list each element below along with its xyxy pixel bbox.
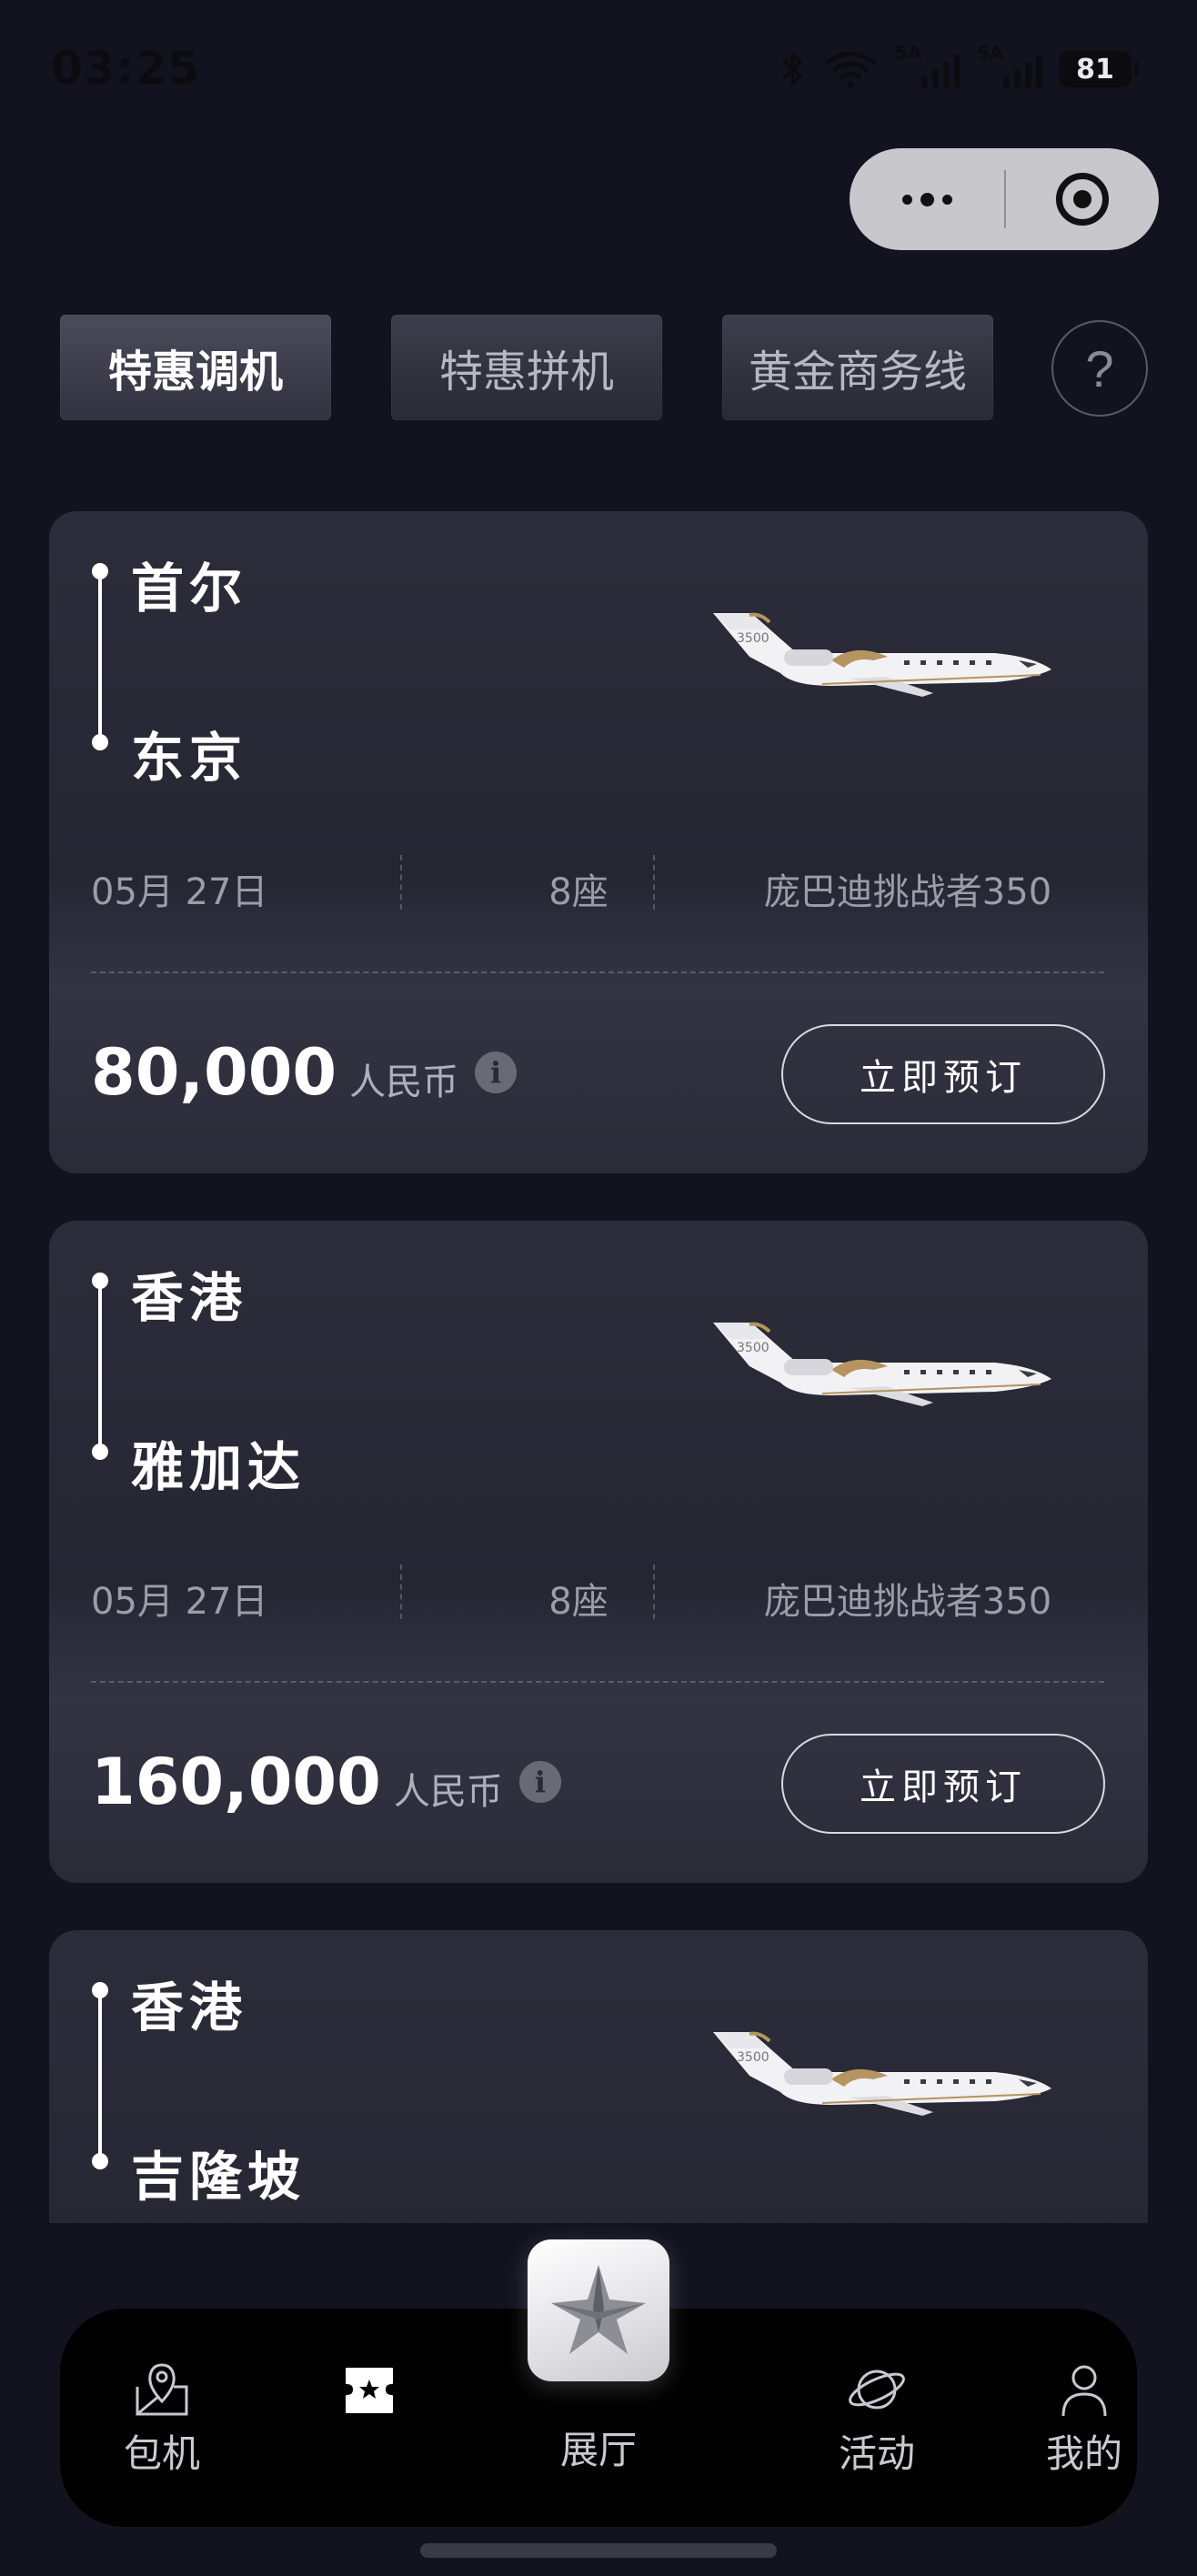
info-icon[interactable]: i <box>475 1052 518 1093</box>
card-divider <box>91 1681 1104 1683</box>
bluetooth-icon <box>782 53 802 86</box>
flight-list: 首尔 东京 3500 05月 27日 8座 庞巴迪挑战者350 80,000 人… <box>0 509 1197 2223</box>
planet-icon <box>849 2370 905 2410</box>
category-tabs: 特惠调机 特惠拼机 黄金商务线 <box>60 315 993 420</box>
seat-count: 8座 <box>548 871 609 913</box>
tabbar-item-profile[interactable]: 我的 <box>993 2360 1175 2479</box>
app-screen: 03:25 5A 5A 81 特惠调机 特惠拼机 黄金商务线 ? 首尔 东京 3… <box>0 0 1197 2576</box>
flight-meta: 05月 27日 8座 庞巴迪挑战者350 <box>91 1565 1110 1623</box>
tail-number: 3500 <box>737 1341 770 1355</box>
tabbar-item-activities[interactable]: 活动 <box>786 2360 968 2479</box>
book-now-button[interactable]: 立即预订 <box>781 1024 1105 1124</box>
price-amount: 160,000 <box>91 1745 381 1819</box>
battery-level: 81 <box>1076 53 1114 86</box>
flight-date: 05月 27日 <box>91 871 268 913</box>
signal-strength-icon: 5A <box>895 42 961 91</box>
tabbar-label: 包机 <box>123 2431 200 2476</box>
tail-number: 3500 <box>737 631 770 646</box>
tabbar-item-deals[interactable] <box>278 2360 460 2423</box>
arrival-city: 雅加达 <box>131 1436 307 1498</box>
map-pin-icon <box>136 2363 188 2416</box>
route-line <box>92 1982 108 2169</box>
arrival-city: 东京 <box>131 727 248 789</box>
flight-card[interactable]: 首尔 东京 3500 05月 27日 8座 庞巴迪挑战者350 80,000 人… <box>49 511 1148 1173</box>
departure-city: 香港 <box>131 1977 248 2038</box>
person-icon <box>1061 2365 1107 2417</box>
price-amount: 80,000 <box>91 1035 337 1110</box>
price-currency: 人民币 <box>349 1062 459 1103</box>
info-icon[interactable]: i <box>518 1761 561 1803</box>
route-line <box>92 563 108 750</box>
signal-type-label: 5A <box>895 42 922 64</box>
jet-image: 3500 <box>713 1322 1051 1406</box>
aircraft-model: 庞巴迪挑战者350 <box>763 1581 1052 1623</box>
tab-special-repositioning[interactable]: 特惠调机 <box>60 315 331 420</box>
signal-type-label: 5A <box>977 42 1004 64</box>
home-indicator[interactable] <box>420 2543 777 2558</box>
route-line <box>92 1273 108 1460</box>
tabbar-label-showroom: 展厅 <box>559 2428 637 2472</box>
flight-card[interactable]: 香港 雅加达 3500 05月 27日 8座 庞巴迪挑战者350 160,000… <box>49 1221 1148 1883</box>
tab-special-shared[interactable]: 特惠拼机 <box>391 315 662 420</box>
more-options-button[interactable] <box>850 148 1004 250</box>
ticket-star-icon <box>346 2368 393 2413</box>
tabbar-label: 我的 <box>1045 2431 1122 2476</box>
card-divider <box>91 971 1104 973</box>
price-row: 80,000 人民币 i <box>91 1035 518 1110</box>
meta-divider <box>653 855 655 910</box>
meta-divider <box>653 1565 655 1619</box>
status-icons: 5A 5A 81 <box>779 42 1139 91</box>
price-row: 160,000 人民币 i <box>91 1745 561 1819</box>
book-now-button[interactable]: 立即预订 <box>781 1734 1105 1834</box>
miniprogram-capsule <box>850 148 1159 250</box>
star-logo-icon <box>551 2265 646 2354</box>
price-currency: 人民币 <box>393 1771 503 1813</box>
flight-date: 05月 27日 <box>91 1581 268 1623</box>
flight-card[interactable]: 香港 吉隆坡 3500 <box>49 1930 1148 2223</box>
arrival-city: 吉隆坡 <box>131 2146 307 2208</box>
jet-image: 3500 <box>713 2031 1051 2116</box>
flight-meta: 05月 27日 8座 庞巴迪挑战者350 <box>91 855 1110 913</box>
status-bar: 03:25 5A 5A 81 <box>0 0 1197 136</box>
signal-strength-icon: 5A <box>977 42 1042 91</box>
aircraft-model: 庞巴迪挑战者350 <box>763 871 1052 913</box>
tabbar-item-charter[interactable]: 包机 <box>71 2360 253 2479</box>
close-miniprogram-button[interactable] <box>1006 148 1159 250</box>
tail-number: 3500 <box>737 2050 770 2065</box>
jet-image: 3500 <box>713 612 1051 697</box>
wifi-icon <box>824 51 877 88</box>
showroom-button[interactable] <box>528 2239 669 2381</box>
departure-city: 香港 <box>131 1267 248 1329</box>
battery-icon: 81 <box>1059 51 1139 87</box>
status-time: 03:25 <box>51 42 201 95</box>
help-button[interactable]: ? <box>1051 320 1148 417</box>
target-icon <box>1056 173 1109 226</box>
departure-city: 首尔 <box>131 558 248 619</box>
tabbar-label: 活动 <box>838 2431 915 2476</box>
meta-divider <box>400 855 402 910</box>
tab-gold-business-line[interactable]: 黄金商务线 <box>722 315 993 420</box>
meta-divider <box>400 1565 402 1619</box>
seat-count: 8座 <box>548 1581 609 1623</box>
